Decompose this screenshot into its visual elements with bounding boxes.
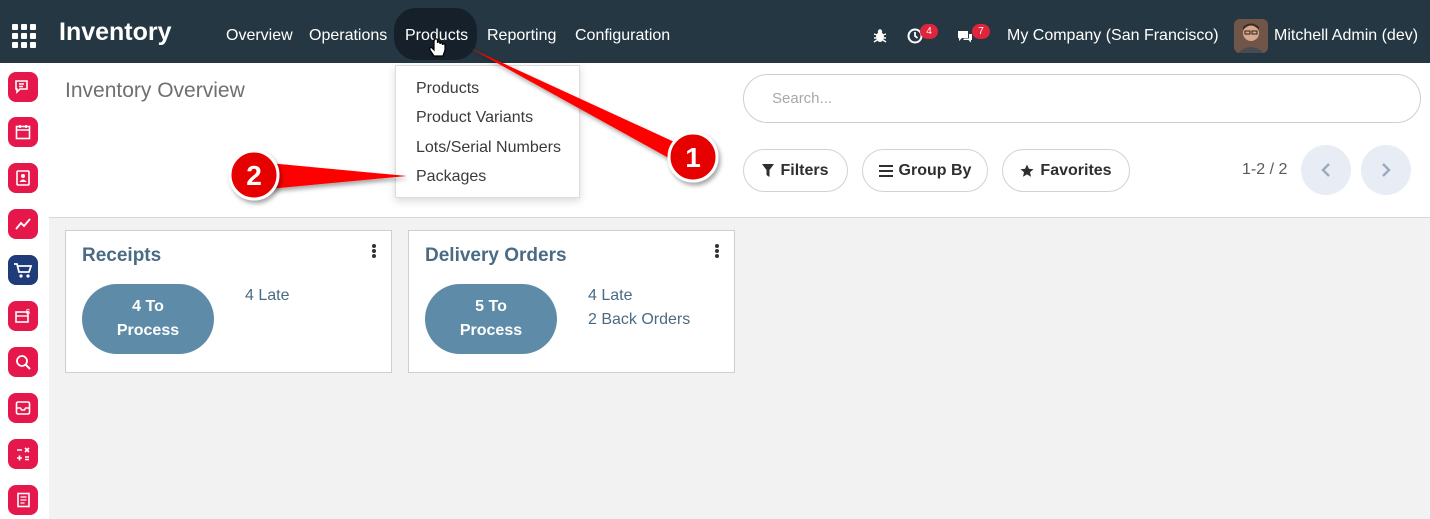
star-icon (1020, 164, 1034, 177)
avatar[interactable] (1234, 19, 1268, 53)
crm-app-icon[interactable] (8, 209, 38, 239)
group-by-label: Group By (898, 161, 972, 179)
to-process-button[interactable]: 4 To Process (82, 284, 214, 354)
to-process-button[interactable]: 5 To Process (425, 284, 557, 354)
delivery-orders-card: Delivery Orders 5 To Process 4 Late 2 Ba… (408, 230, 735, 373)
favorites-button[interactable]: Favorites (1002, 149, 1130, 192)
card-title[interactable]: Delivery Orders (425, 245, 567, 267)
apps-grid-icon[interactable] (12, 24, 36, 48)
list-icon (878, 164, 893, 177)
sales-cart-app-icon[interactable] (8, 255, 38, 285)
to-process-count: 4 To (132, 298, 164, 315)
invoicing-app-icon[interactable]: $ (8, 301, 38, 331)
hand-cursor-icon (429, 38, 446, 57)
page-title: Inventory Overview (65, 79, 245, 102)
discuss-app-icon[interactable] (8, 72, 38, 102)
top-navbar: Inventory Overview Operations Products R… (0, 0, 1430, 63)
menu-reporting[interactable]: Reporting (487, 27, 556, 45)
kebab-icon[interactable] (371, 243, 377, 259)
kebab-icon[interactable] (714, 243, 720, 259)
to-process-label: Process (459, 322, 523, 339)
app-icon-rail: $ (0, 63, 49, 519)
filters-button[interactable]: Filters (743, 149, 848, 192)
receipts-card: Receipts 4 To Process 4 Late (65, 230, 392, 373)
dropdown-item-lots-serial-numbers[interactable]: Lots/Serial Numbers (416, 139, 561, 157)
menu-operations[interactable]: Operations (309, 27, 387, 45)
search-app-icon[interactable] (8, 347, 38, 377)
search-input[interactable]: Search... (743, 74, 1421, 123)
filters-label: Filters (780, 161, 829, 179)
dropdown-item-product-variants[interactable]: Product Variants (416, 109, 533, 127)
contacts-app-icon[interactable] (8, 163, 38, 193)
pager-next-button[interactable] (1361, 145, 1411, 195)
menu-overview[interactable]: Overview (226, 27, 293, 45)
activity-count-badge: 4 (920, 24, 938, 39)
search-placeholder: Search... (772, 90, 833, 107)
products-dropdown-menu: Products Product Variants Lots/Serial Nu… (395, 65, 580, 198)
bug-icon[interactable] (871, 27, 889, 45)
dropdown-item-products[interactable]: Products (416, 80, 479, 98)
messages-count-badge: 7 (972, 24, 990, 39)
late-link[interactable]: 4 Late (245, 287, 289, 305)
inventory-app-icon[interactable] (8, 393, 38, 423)
documents-app-icon[interactable] (8, 485, 38, 515)
filter-icon (762, 164, 775, 177)
pager-previous-button[interactable] (1301, 145, 1351, 195)
company-switcher[interactable]: My Company (San Francisco) (1007, 27, 1219, 45)
card-title[interactable]: Receipts (82, 245, 161, 267)
back-orders-link[interactable]: 2 Back Orders (588, 311, 690, 329)
chevron-right-icon (1382, 163, 1391, 177)
menu-configuration[interactable]: Configuration (575, 27, 670, 45)
favorites-label: Favorites (1040, 161, 1112, 179)
calculator-app-icon[interactable] (8, 439, 38, 469)
dropdown-item-packages[interactable]: Packages (416, 168, 486, 186)
group-by-button[interactable]: Group By (862, 149, 988, 192)
to-process-label: Process (116, 322, 180, 339)
to-process-count: 5 To (475, 298, 507, 315)
chevron-left-icon (1321, 163, 1330, 177)
svg-text:$: $ (26, 309, 30, 316)
app-title[interactable]: Inventory (59, 18, 172, 47)
pager-value[interactable]: 1-2 / 2 (1242, 161, 1287, 179)
late-link[interactable]: 4 Late (588, 287, 632, 305)
calendar-app-icon[interactable] (8, 117, 38, 147)
user-menu[interactable]: Mitchell Admin (dev) (1274, 27, 1418, 45)
